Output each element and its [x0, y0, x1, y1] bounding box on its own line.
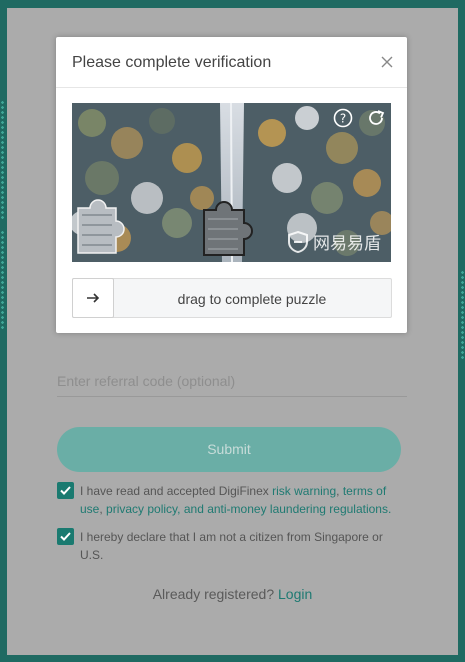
terms-text: I have read and accepted DigiFinex risk …: [80, 482, 402, 518]
citizen-text: I hereby declare that I am not a citizen…: [80, 530, 383, 562]
help-icon[interactable]: ?: [333, 108, 353, 128]
submit-button[interactable]: Submit: [57, 427, 401, 472]
privacy-policy-link[interactable]: privacy policy: [106, 502, 177, 516]
aml-regulations-link[interactable]: anti-money laundering regulations: [207, 502, 388, 516]
citizen-row: I hereby declare that I am not a citizen…: [57, 528, 402, 564]
referral-code-input[interactable]: Enter referral code (optional): [57, 366, 407, 397]
slider-track[interactable]: drag to complete puzzle: [72, 278, 392, 318]
citizen-checkbox[interactable]: [57, 528, 74, 545]
check-icon: [60, 532, 71, 541]
refresh-icon[interactable]: [366, 108, 386, 128]
puzzle-image: ? 网易易盾: [72, 103, 391, 262]
verification-modal: Please complete verification ? 网易易盾 drag…: [56, 37, 407, 333]
frame-dots-right: [461, 270, 464, 360]
slider-handle[interactable]: [72, 278, 114, 318]
already-text: Already registered?: [152, 586, 279, 602]
terms-sep3: , and: [177, 502, 208, 516]
svg-text:?: ?: [340, 112, 346, 126]
netease-watermark: 网易易盾: [287, 229, 381, 254]
terms-row: I have read and accepted DigiFinex risk …: [57, 482, 402, 518]
already-registered: Already registered? Login: [7, 586, 458, 602]
terms-checkbox[interactable]: [57, 482, 74, 499]
shield-icon: [288, 230, 308, 253]
risk-warning-link[interactable]: risk warning: [272, 484, 336, 498]
close-icon[interactable]: [379, 54, 395, 70]
arrow-right-icon: [87, 293, 100, 303]
login-link[interactable]: Login: [278, 586, 312, 602]
check-icon: [60, 486, 71, 495]
terms-prefix: I have read and accepted DigiFinex: [80, 484, 273, 498]
frame-dots-left: [1, 100, 4, 220]
modal-divider: [56, 87, 407, 88]
slider-instruction: drag to complete puzzle: [177, 291, 327, 307]
modal-title: Please complete verification: [72, 54, 272, 71]
puzzle-hole: [203, 201, 253, 256]
watermark-text: 网易易盾: [313, 234, 381, 254]
frame-dots-left-lower: [1, 230, 4, 330]
terms-suffix: .: [387, 502, 392, 516]
terms-sep1: ,: [336, 484, 343, 498]
